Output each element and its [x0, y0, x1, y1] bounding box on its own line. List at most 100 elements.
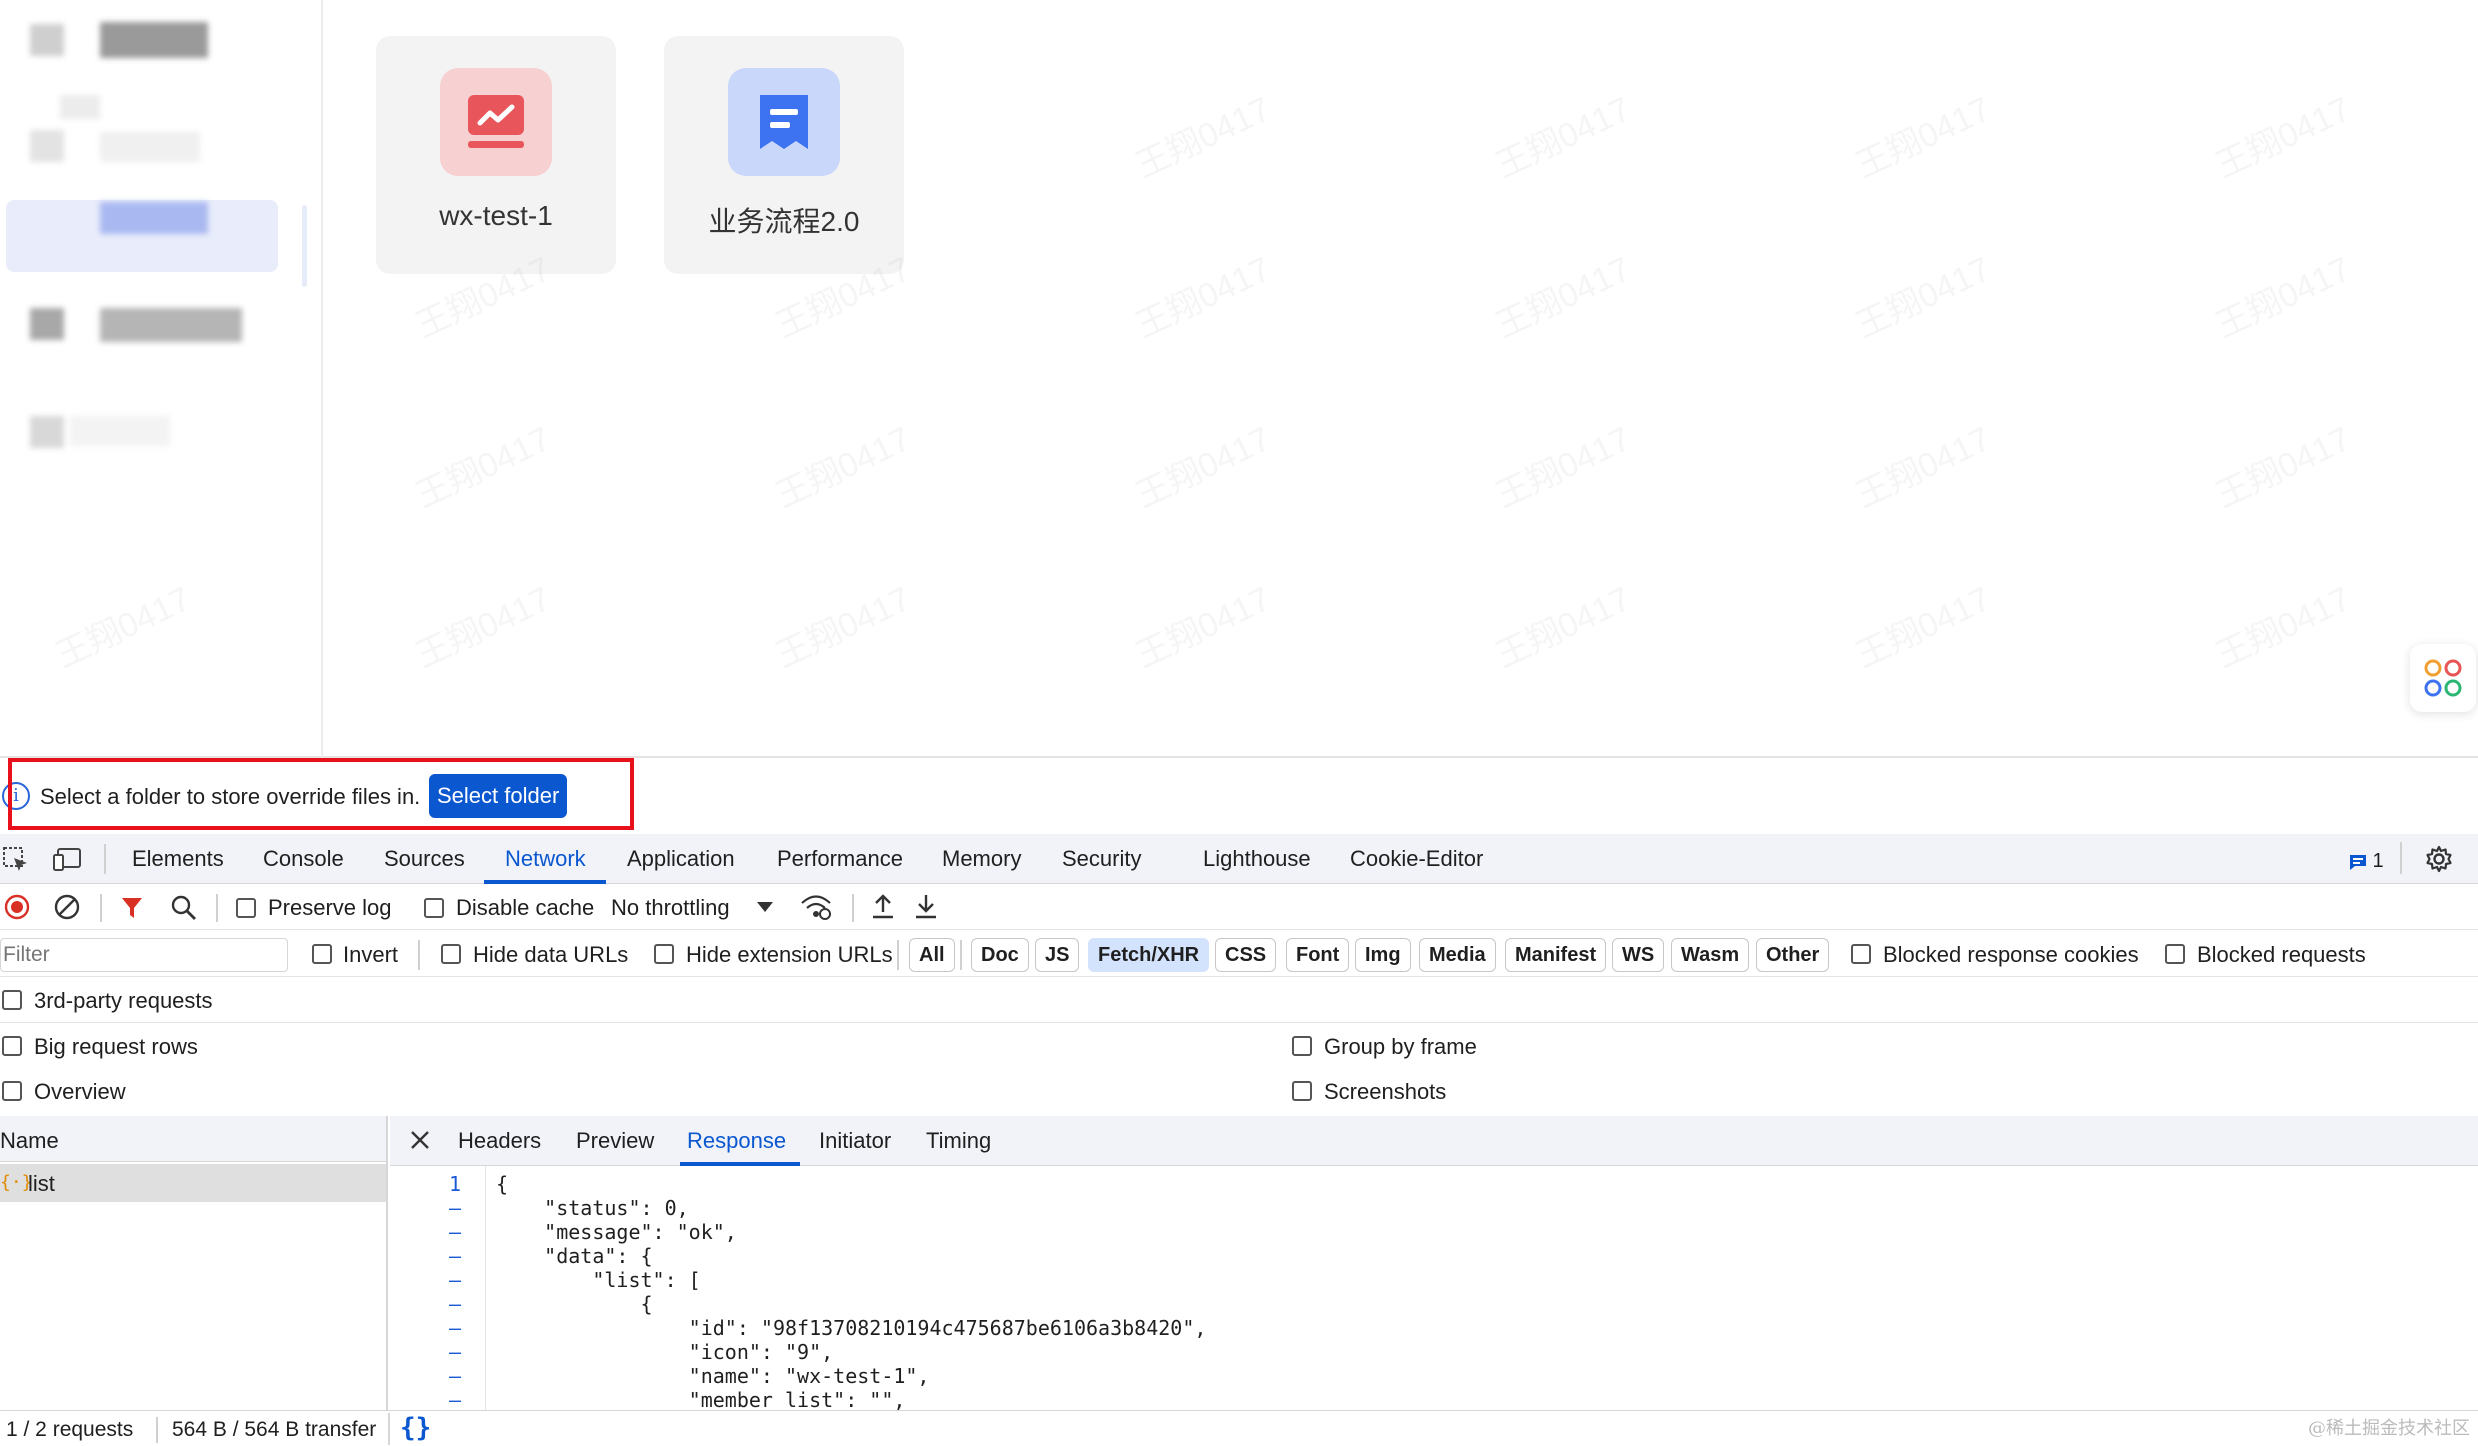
- sidebar-label-blurred[interactable]: [100, 22, 208, 58]
- device-toolbar-icon[interactable]: [52, 846, 82, 879]
- filter-type-other[interactable]: Other: [1756, 938, 1830, 972]
- disable-cache-checkbox[interactable]: [424, 898, 444, 918]
- tab-memory[interactable]: Memory: [942, 846, 1021, 872]
- inspect-element-icon[interactable]: [2, 846, 30, 879]
- filter-type-js[interactable]: JS: [1035, 938, 1080, 972]
- filter-type-wasm[interactable]: Wasm: [1671, 938, 1750, 972]
- app-card[interactable]: 业务流程2.0: [664, 36, 904, 274]
- record-stop-icon[interactable]: [4, 894, 30, 925]
- credit-watermark: @稀土掘金技术社区: [2308, 1418, 2470, 1439]
- tab-preview[interactable]: Preview: [576, 1128, 654, 1154]
- filter-type-fetch-xhr[interactable]: Fetch/XHR: [1088, 938, 1210, 972]
- sidebar-icon-blurred[interactable]: [30, 308, 64, 340]
- invert-checkbox[interactable]: [312, 944, 332, 964]
- settings-gear-icon[interactable]: [2424, 844, 2454, 879]
- chevron-down-icon[interactable]: [756, 900, 774, 919]
- tab-sources[interactable]: Sources: [384, 846, 465, 872]
- watermark: 王翔0417: [1490, 90, 1637, 186]
- tab-elements[interactable]: Elements: [132, 846, 224, 872]
- tab-cookie-editor[interactable]: Cookie-Editor: [1350, 846, 1483, 872]
- filter-type-font[interactable]: Font: [1286, 938, 1350, 972]
- divider: [897, 940, 899, 970]
- divider: [2400, 842, 2402, 874]
- tab-headers[interactable]: Headers: [458, 1128, 541, 1154]
- sidebar-label-blurred[interactable]: [70, 416, 170, 446]
- line-number: 1: [448, 1172, 462, 1196]
- filter-type-css[interactable]: CSS: [1215, 938, 1277, 972]
- third-party-checkbox[interactable]: [2, 990, 22, 1010]
- line-number: –: [448, 1364, 462, 1388]
- filter-funnel-icon[interactable]: [120, 896, 144, 925]
- hide-data-urls-checkbox[interactable]: [441, 944, 461, 964]
- tab-response[interactable]: Response: [687, 1128, 786, 1154]
- hide-extension-urls-checkbox[interactable]: [654, 944, 674, 964]
- filter-type-ws[interactable]: WS: [1612, 938, 1665, 972]
- filter-type-all[interactable]: All: [909, 938, 955, 972]
- apps-grid-icon[interactable]: [2410, 644, 2476, 712]
- app-card-name: 业务流程2.0: [708, 206, 860, 237]
- third-party-label: 3rd-party requests: [34, 988, 213, 1013]
- watermark: 王翔0417: [1490, 580, 1637, 676]
- app-sidebar: [0, 0, 323, 758]
- sidebar-label-blurred[interactable]: [100, 132, 200, 162]
- table-row[interactable]: {·} list: [0, 1164, 386, 1202]
- network-conditions-icon[interactable]: [800, 892, 832, 927]
- issues-badge[interactable]: 1: [2348, 850, 2384, 873]
- group-by-frame-checkbox[interactable]: [1292, 1036, 1312, 1056]
- divider: [216, 894, 218, 922]
- export-har-icon[interactable]: [913, 892, 939, 925]
- watermark: 王翔0417: [1490, 250, 1637, 346]
- screenshots-label: Screenshots: [1324, 1079, 1447, 1104]
- sidebar-icon-blurred[interactable]: [30, 130, 64, 162]
- code-line: {: [496, 1172, 509, 1196]
- screenshots-checkbox[interactable]: [1292, 1081, 1312, 1101]
- app-area: wx-test-1 业务流程2.0 王翔0417 王翔0417 王翔0417 王…: [0, 0, 2478, 758]
- tab-lighthouse[interactable]: Lighthouse: [1203, 846, 1311, 872]
- import-har-icon[interactable]: [870, 892, 896, 925]
- sidebar-scrollbar[interactable]: [302, 205, 307, 287]
- filter-type-doc[interactable]: Doc: [971, 938, 1029, 972]
- preserve-log-label: Preserve log: [268, 895, 392, 920]
- preserve-log-checkbox[interactable]: [236, 898, 256, 918]
- filter-type-img[interactable]: Img: [1355, 938, 1411, 972]
- status-bar: 1 / 2 requests 564 B / 564 B transfer {}: [0, 1410, 2478, 1446]
- request-list: Name {·} list: [0, 1116, 388, 1410]
- tab-application[interactable]: Application: [627, 846, 735, 872]
- sidebar-label-blurred[interactable]: [100, 308, 242, 342]
- divider: [418, 940, 420, 970]
- watermark: 王翔0417: [1850, 250, 1997, 346]
- divider: [104, 844, 106, 874]
- filter-type-manifest[interactable]: Manifest: [1505, 938, 1607, 972]
- clear-icon[interactable]: [54, 894, 80, 925]
- app-card[interactable]: wx-test-1: [376, 36, 616, 274]
- throttling-select[interactable]: No throttling: [611, 895, 730, 921]
- tab-initiator[interactable]: Initiator: [819, 1128, 891, 1154]
- watermark: 王翔0417: [1130, 250, 1277, 346]
- options-row: 3rd-party requests: [0, 976, 2478, 1022]
- annotation-highlight-box: [8, 758, 634, 830]
- tab-console[interactable]: Console: [263, 846, 344, 872]
- pretty-print-icon[interactable]: {}: [400, 1413, 431, 1443]
- search-icon[interactable]: [170, 894, 198, 927]
- line-number: –: [448, 1292, 462, 1316]
- tab-security[interactable]: Security: [1062, 846, 1141, 872]
- blocked-requests-checkbox[interactable]: [2165, 944, 2185, 964]
- watermark: 王翔0417: [1850, 90, 1997, 186]
- filter-type-media[interactable]: Media: [1419, 938, 1496, 972]
- sidebar-icon-blurred[interactable]: [30, 416, 64, 448]
- big-request-rows-checkbox[interactable]: [2, 1036, 22, 1056]
- response-viewer[interactable]: 1 – – – – – – – – – { "status": 0, "mess…: [390, 1166, 2478, 1410]
- tab-network[interactable]: Network: [505, 846, 586, 872]
- tab-timing[interactable]: Timing: [926, 1128, 991, 1154]
- sidebar-icon-blurred[interactable]: [30, 24, 64, 56]
- name-column-header[interactable]: Name: [0, 1116, 386, 1162]
- line-number: –: [448, 1220, 462, 1244]
- close-icon[interactable]: [408, 1128, 432, 1157]
- blocked-response-cookies-checkbox[interactable]: [1851, 944, 1871, 964]
- code-line: "message": "ok",: [496, 1220, 737, 1244]
- devtools-tabbar: Elements Console Sources Network Applica…: [0, 834, 2478, 884]
- overview-checkbox[interactable]: [2, 1081, 22, 1101]
- tab-performance[interactable]: Performance: [777, 846, 903, 872]
- filter-input[interactable]: [0, 938, 288, 972]
- watermark: 王翔0417: [1490, 420, 1637, 516]
